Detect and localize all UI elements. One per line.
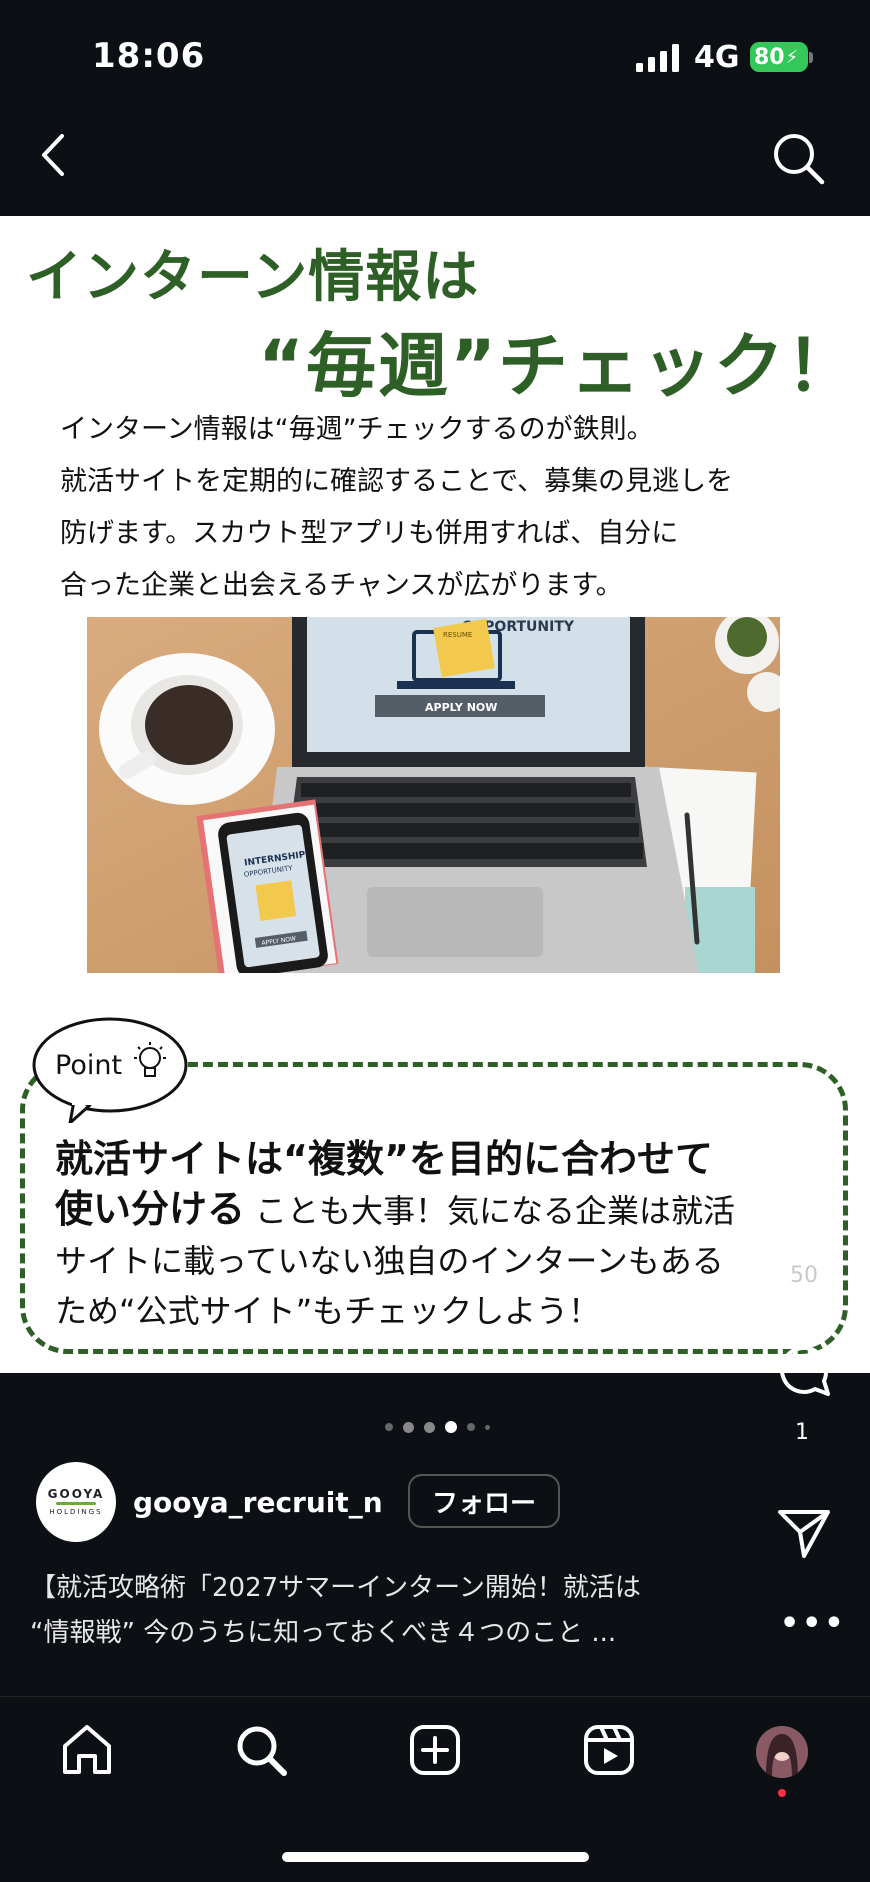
- body-line: インターン情報は“毎週”チェックするのが鉄則。: [60, 414, 654, 445]
- battery-indicator: 80 ⚡: [750, 42, 808, 72]
- like-count: 50: [790, 1263, 818, 1288]
- caption-line: 【就活攻略術「2027サマーインターン開始！就活は: [30, 1573, 641, 1603]
- follow-button[interactable]: フォロー: [408, 1474, 560, 1528]
- home-icon[interactable]: [59, 1722, 115, 1778]
- avatar-logo-text: GOOYA: [47, 1487, 105, 1501]
- share-send-icon[interactable]: [774, 1502, 834, 1562]
- point-text: 就活サイトは“複数”を目的に合わせて 使い分ける ことも大事！気になる企業は就活 …: [55, 1134, 815, 1336]
- reels-icon[interactable]: [581, 1722, 637, 1778]
- create-post-icon[interactable]: [407, 1722, 463, 1778]
- comment-count: 1: [795, 1420, 809, 1445]
- network-type: 4G: [694, 40, 740, 75]
- tab-bar-divider: [0, 1696, 870, 1697]
- point-line: ため“公式サイト”もチェックしよう！: [55, 1292, 601, 1330]
- point-line: サイトに載っていない独自のインターンもある: [55, 1242, 724, 1280]
- carousel-indicator: [385, 1421, 490, 1433]
- status-time: 18:06: [92, 36, 206, 76]
- profile-photo: [756, 1726, 808, 1778]
- comment-icon[interactable]: [774, 1340, 834, 1400]
- search-tab-icon[interactable]: [233, 1722, 289, 1778]
- carousel-dot: [403, 1421, 414, 1433]
- carousel-dot: [467, 1423, 475, 1431]
- caption-line: “情報戦” 今のうちに知っておくべき４つのこと ...: [30, 1618, 617, 1648]
- apply-now-label: APPLY NOW: [425, 701, 497, 714]
- body-line: 防げます。スカウト型アプリも併用すれば、自分に: [60, 518, 679, 549]
- battery-tip: [809, 52, 813, 63]
- charging-icon: ⚡: [785, 46, 799, 68]
- back-arrow-icon[interactable]: [36, 130, 72, 180]
- laptop-doc-label: RESUME: [443, 631, 472, 639]
- avatar-logo-swoosh: [56, 1502, 96, 1505]
- point-bold-line: 就活サイトは“複数”を目的に合わせて: [55, 1137, 713, 1181]
- carousel-dot: [385, 1423, 393, 1431]
- lightbulb-icon: [134, 1042, 166, 1077]
- carousel-dot: [424, 1421, 435, 1433]
- carousel-dot: [485, 1424, 490, 1430]
- heart-icon[interactable]: [774, 1178, 834, 1238]
- battery-level: 80: [754, 44, 785, 70]
- avatar-logo-subtext: HOLDINGS: [49, 1508, 103, 1516]
- post-heading-line1: インターン情報は: [26, 245, 480, 310]
- notification-dot: [778, 1789, 786, 1797]
- post-caption[interactable]: 【就活攻略術「2027サマーインターン開始！就活は “情報戦” 今のうちに知って…: [30, 1566, 740, 1656]
- post-heading-line2: “毎週”チェック！: [258, 325, 859, 407]
- point-bold-inline: 使い分ける: [55, 1187, 246, 1231]
- search-icon[interactable]: [770, 130, 826, 186]
- laptop-desk-photo: OPPORTUNITY RESUME APPLY NOW INTERNSHIP …: [87, 617, 780, 973]
- post-body-text: インターン情報は“毎週”チェックするのが鉄則。 就活サイトを定期的に確認すること…: [60, 404, 820, 612]
- carousel-dot-active: [445, 1421, 457, 1433]
- profile-avatar-tab[interactable]: [756, 1726, 808, 1778]
- cellular-signal-icon: [636, 44, 679, 72]
- body-line: 就活サイトを定期的に確認することで、募集の見逃しを: [60, 466, 734, 497]
- more-options-icon[interactable]: •••: [780, 1606, 847, 1641]
- point-rest-text: ことも大事！気になる企業は就活: [255, 1192, 736, 1230]
- point-label: Point: [55, 1050, 123, 1081]
- account-username[interactable]: gooya_recruit_n: [133, 1486, 383, 1519]
- home-indicator: [282, 1852, 589, 1862]
- body-line: 合った企業と出会えるチャンスが広がります。: [60, 570, 623, 601]
